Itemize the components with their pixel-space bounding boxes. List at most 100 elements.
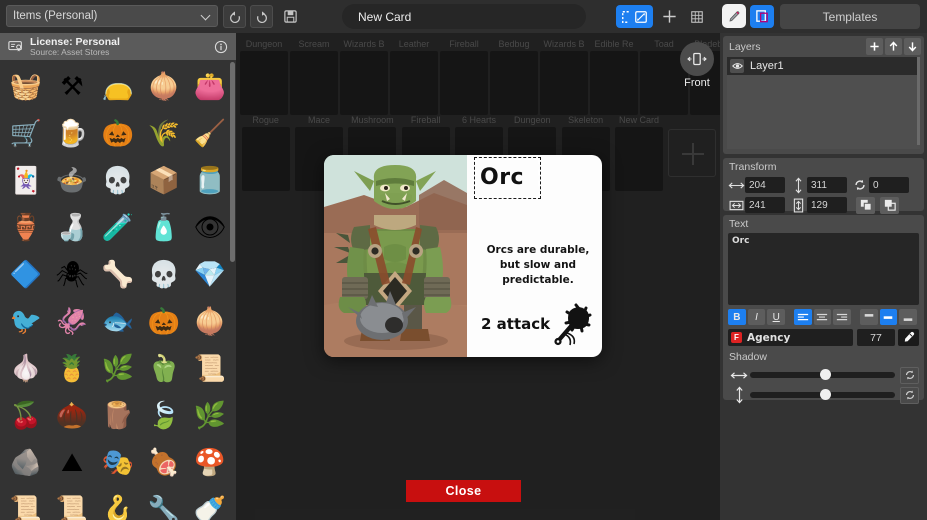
pen-tool-button[interactable] xyxy=(722,4,746,28)
asset-mana-potion[interactable]: 🧪 xyxy=(95,203,141,250)
card-attack-text[interactable]: 2 attack xyxy=(481,315,550,333)
asset-beer-tankard[interactable]: 🍺 xyxy=(49,109,95,156)
asset-pineapple[interactable]: 🍍 xyxy=(49,344,95,391)
asset-squid[interactable]: 🦑 xyxy=(49,297,95,344)
width-input[interactable]: 204 xyxy=(745,177,785,193)
gallery-card[interactable]: Rogue xyxy=(240,115,291,191)
undo-button[interactable] xyxy=(223,5,246,28)
bold-button[interactable]: B xyxy=(728,309,746,325)
asset-skull[interactable]: 💀 xyxy=(141,250,187,297)
align-left-button[interactable] xyxy=(794,309,812,325)
gallery-card[interactable]: Wizards B xyxy=(540,39,588,115)
asset-green-potion[interactable]: 🧴 xyxy=(141,203,187,250)
y-position-control[interactable]: 129 xyxy=(789,197,851,213)
asset-stone-ingots[interactable]: 🪨 xyxy=(3,438,49,485)
asset-eyeball[interactable]: 👁 xyxy=(187,203,233,250)
asset-herb-sprig[interactable]: 🌿 xyxy=(95,344,141,391)
asset-insect-specimen[interactable]: 🕷 xyxy=(49,250,95,297)
asset-boulder[interactable]: ⛰ xyxy=(49,438,95,485)
y-position-input[interactable]: 129 xyxy=(807,197,847,213)
asset-anvil[interactable]: ⚒ xyxy=(49,62,95,109)
asset-herb-pouch[interactable]: 👝 xyxy=(95,62,141,109)
asset-hanging-root[interactable]: 🧅 xyxy=(187,297,233,344)
align-center-button[interactable] xyxy=(814,309,832,325)
height-input[interactable]: 311 xyxy=(807,177,847,193)
templates-button[interactable]: Templates xyxy=(780,4,920,29)
sidebar-scrollbar[interactable] xyxy=(230,62,235,262)
gallery-card[interactable]: New Card xyxy=(613,115,664,191)
asset-carved-gourd[interactable]: 🎃 xyxy=(141,297,187,344)
duplicate-button[interactable] xyxy=(856,197,875,214)
asset-amethyst-crystal[interactable]: 💎 xyxy=(187,250,233,297)
layers-list[interactable]: Layer1 xyxy=(727,57,920,149)
add-card-tile[interactable] xyxy=(667,115,718,191)
gallery-card[interactable]: Edible Re xyxy=(590,39,638,115)
asset-sealed-scroll[interactable]: 📜 xyxy=(49,485,95,520)
rotation-input[interactable]: 0 xyxy=(869,177,909,193)
asset-parchment-roll[interactable]: 📜 xyxy=(3,485,49,520)
close-button[interactable]: Close xyxy=(406,480,521,502)
layers-scrollbar[interactable] xyxy=(917,57,920,145)
gallery-card[interactable]: Bedbug xyxy=(490,39,538,115)
info-icon[interactable] xyxy=(214,40,228,54)
height-control[interactable]: 311 xyxy=(789,177,851,194)
card-title-input[interactable]: New Card xyxy=(342,4,586,29)
valign-middle-button[interactable] xyxy=(880,309,898,325)
layer-row[interactable]: Layer1 xyxy=(727,57,920,75)
asset-grid[interactable]: 🧺⚒👝🧅👛🛒🍺🎃🌾🧹🃏🍲💀📦🫙🏺🍶🧪🧴👁🔷🕷🦴💀💎🐦🦑🐟🎃🧅🧄🍍🌿🫑📜🍒🌰🪵🍃🌿… xyxy=(0,60,236,520)
italic-button[interactable]: I xyxy=(748,309,766,325)
asset-bone-pile[interactable]: 🦴 xyxy=(95,250,141,297)
asset-garlic[interactable]: 🧄 xyxy=(3,344,49,391)
move-layer-down-button[interactable] xyxy=(904,38,921,55)
asset-wrapped-bundle[interactable]: 🎃 xyxy=(95,109,141,156)
card-name-text[interactable]: Orc xyxy=(480,165,524,190)
asset-fish-bones[interactable]: 🐟 xyxy=(95,297,141,344)
asset-seed-bag[interactable]: 👛 xyxy=(187,62,233,109)
rotation-control[interactable]: 0 xyxy=(851,177,913,193)
color-picker-button[interactable] xyxy=(898,329,919,346)
asset-broom[interactable]: 🧹 xyxy=(187,109,233,156)
asset-wooden-crate[interactable]: 📦 xyxy=(141,156,187,203)
add-layer-button[interactable] xyxy=(866,38,883,55)
asset-bundle-of-reeds[interactable]: 🌾 xyxy=(141,109,187,156)
shadow-horizontal-slider[interactable] xyxy=(750,372,895,378)
asset-berries[interactable]: 🍒 xyxy=(3,391,49,438)
shadow-horizontal-reset-button[interactable] xyxy=(900,367,919,384)
valign-bottom-button[interactable] xyxy=(899,309,917,325)
card-side-toggle[interactable]: Front xyxy=(678,42,716,89)
redo-button[interactable] xyxy=(250,5,273,28)
width-control[interactable]: 204 xyxy=(727,177,789,193)
asset-mushroom-basket[interactable]: 🧺 xyxy=(3,62,49,109)
move-layer-up-button[interactable] xyxy=(885,38,902,55)
asset-green-leaves[interactable]: 🌿 xyxy=(187,391,233,438)
asset-cauldron[interactable]: 🍲 xyxy=(49,156,95,203)
card-preview[interactable]: Orc Orcs are durable, but slow and predi… xyxy=(324,155,602,357)
font-family-select[interactable]: F Agency xyxy=(728,329,853,346)
asset-wooden-stake[interactable]: 🪵 xyxy=(95,391,141,438)
asset-blue-gem[interactable]: 🔷 xyxy=(3,250,49,297)
asset-pinecone[interactable]: 🌰 xyxy=(49,391,95,438)
asset-scroll-case[interactable]: 📜 xyxy=(187,344,233,391)
resize-tool-button[interactable] xyxy=(629,5,653,28)
valign-top-button[interactable] xyxy=(860,309,878,325)
asset-wooden-mask[interactable]: 🎭 xyxy=(95,438,141,485)
text-content-input[interactable]: Orc xyxy=(728,233,919,305)
gallery-card[interactable]: Wizards B xyxy=(340,39,388,115)
slider-knob[interactable] xyxy=(820,389,831,400)
slider-knob[interactable] xyxy=(820,369,831,380)
asset-green-gourd[interactable]: 🫑 xyxy=(141,344,187,391)
asset-clay-flask[interactable]: 🏺 xyxy=(3,203,49,250)
card-description-text[interactable]: Orcs are durable, but slow and predictab… xyxy=(479,243,597,289)
x-position-control[interactable]: 241 xyxy=(727,197,789,213)
asset-rope-and-hook[interactable]: 🪝 xyxy=(95,485,141,520)
asset-library-dropdown[interactable]: Items (Personal) xyxy=(6,5,218,27)
copy-button[interactable] xyxy=(880,197,899,214)
underline-button[interactable]: U xyxy=(767,309,785,325)
asset-card-deck[interactable]: 🃏 xyxy=(3,156,49,203)
gallery-card[interactable]: Fireball xyxy=(440,39,488,115)
add-element-button[interactable] xyxy=(657,5,681,28)
asset-wrapped-bottle[interactable]: 🍶 xyxy=(49,203,95,250)
shadow-vertical-reset-button[interactable] xyxy=(900,387,919,404)
gallery-card[interactable]: Leather xyxy=(390,39,438,115)
asset-wooden-barrel[interactable]: 🛒 xyxy=(3,109,49,156)
